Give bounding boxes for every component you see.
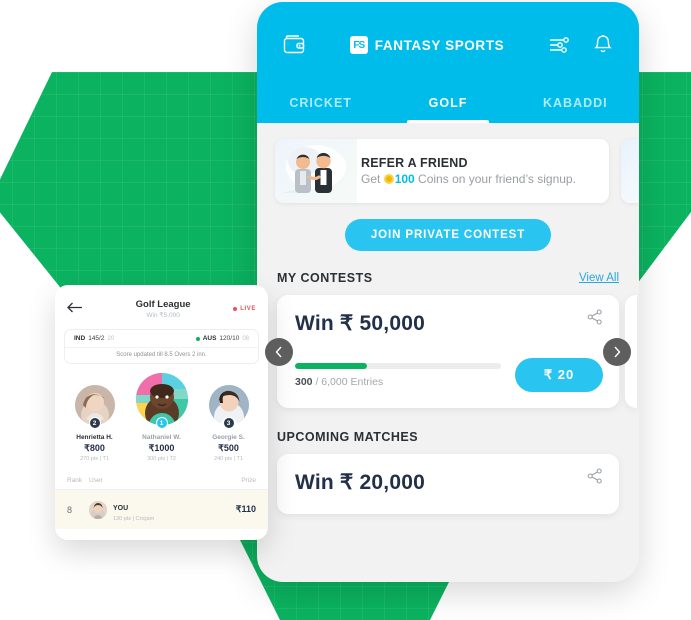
banner-title: REFER A FRIEND bbox=[361, 156, 468, 170]
chevron-right-icon bbox=[614, 346, 621, 357]
live-dot-icon bbox=[233, 307, 238, 311]
page-root: FS FANTASY SPORTS CRICKET GOLF KABADDI R… bbox=[0, 0, 691, 620]
player-name: Henrietta H. bbox=[76, 434, 113, 441]
top-players-podium: 2 Henrietta H. ₹800 270 pts | T1 1 Natha… bbox=[55, 364, 268, 462]
entry-fee-button[interactable]: ₹ 20 bbox=[515, 358, 603, 392]
score-panel: IND 145/2 20 AUS 120/10 08 Score updated… bbox=[64, 329, 259, 364]
column-rank: Rank bbox=[67, 477, 83, 484]
player-name: Georgie S. bbox=[212, 434, 245, 441]
podium-player-2[interactable]: 2 Henrietta H. ₹800 270 pts | T1 bbox=[67, 385, 123, 462]
row-prize: ₹110 bbox=[235, 504, 256, 514]
away-team-overs: 08 bbox=[242, 335, 249, 342]
view-all-link[interactable]: View All bbox=[579, 272, 619, 284]
join-private-contest-button[interactable]: JOIN PRIVATE CONTEST bbox=[344, 219, 552, 251]
rank-badge: 2 bbox=[88, 417, 101, 429]
entries-progress-fill bbox=[295, 362, 368, 369]
table-row[interactable]: 8 YOU 130 pts | Cricjam ₹110 bbox=[55, 490, 268, 529]
banner-coin-count: 100 bbox=[394, 172, 415, 186]
chevron-left-icon bbox=[275, 346, 282, 357]
upcoming-match-card[interactable]: Win ₹ 20,000 bbox=[277, 454, 619, 514]
brand-mark: FS bbox=[349, 36, 368, 54]
player-name: Nathaniel W. bbox=[142, 434, 181, 441]
bell-icon[interactable] bbox=[593, 34, 613, 56]
tab-golf[interactable]: GOLF bbox=[384, 88, 511, 123]
rank-badge: 3 bbox=[222, 417, 235, 429]
column-user: User bbox=[89, 477, 103, 484]
coin-icon bbox=[383, 174, 394, 184]
banner-sub-suffix: Coins on your friend’s signup. bbox=[414, 172, 576, 186]
share-icon[interactable] bbox=[587, 468, 603, 489]
score-update-note: Score updated till 8.5 Overs 2 inn. bbox=[65, 347, 258, 363]
home-team-score: 145/2 bbox=[88, 335, 105, 342]
app-screen: REFER A FRIEND Get 100 Coins on your fri… bbox=[257, 123, 639, 514]
live-card-title: Golf League bbox=[135, 299, 191, 310]
back-arrow-icon[interactable] bbox=[67, 300, 93, 318]
upcoming-matches-title: UPCOMING MATCHES bbox=[277, 430, 419, 444]
avatar bbox=[89, 500, 107, 519]
tab-kabaddi[interactable]: KABADDI bbox=[512, 88, 639, 123]
decorative-hexagon-left bbox=[0, 72, 258, 312]
row-user-meta: 130 pts | Cricjam bbox=[113, 516, 155, 522]
refer-a-friend-banner[interactable]: REFER A FRIEND Get 100 Coins on your fri… bbox=[275, 139, 609, 203]
brand-name: FANTASY SPORTS bbox=[374, 37, 505, 53]
player-meta: 240 pts | T1 bbox=[214, 456, 243, 462]
entries-total: / 6,000 Entries bbox=[312, 375, 384, 388]
app-logo: FS FANTASY SPORTS bbox=[349, 36, 505, 54]
away-team-score: 120/10 bbox=[219, 335, 240, 342]
row-rank: 8 bbox=[67, 504, 73, 515]
wallet-icon[interactable] bbox=[283, 35, 305, 55]
team-score-away: AUS 120/10 08 bbox=[195, 335, 249, 342]
podium-player-1[interactable]: 1 Nathaniel W. ₹1000 300 pts | T2 bbox=[134, 373, 190, 462]
player-meta: 300 pts | T2 bbox=[147, 456, 176, 462]
team-score-home: IND 145/2 20 bbox=[74, 335, 114, 342]
my-contests-title: MY CONTESTS bbox=[277, 271, 373, 285]
contest-card[interactable]: Win ₹ 50,000 300 / 6,000 Entries ₹ 20 bbox=[277, 295, 619, 408]
banner-illustration bbox=[275, 139, 357, 203]
tab-cricket[interactable]: CRICKET bbox=[257, 88, 384, 123]
row-user-name: YOU bbox=[113, 505, 129, 512]
live-status-badge: LIVE bbox=[233, 306, 256, 312]
banner-sub-prefix: Get bbox=[361, 172, 384, 186]
batting-indicator-icon bbox=[195, 336, 200, 341]
banner-subtitle: Get 100 Coins on your friend’s signup. bbox=[361, 172, 576, 186]
player-amount: ₹800 bbox=[84, 443, 105, 453]
sliders-icon[interactable] bbox=[549, 36, 571, 54]
carousel-next-button[interactable] bbox=[603, 337, 631, 366]
home-team-name: IND bbox=[74, 335, 86, 342]
entries-filled: 300 bbox=[295, 375, 313, 388]
live-contest-card: Golf League Win ₹5,000 LIVE IND 145/2 20… bbox=[55, 285, 268, 540]
upcoming-matches-header: UPCOMING MATCHES bbox=[257, 408, 639, 454]
leaderboard-header: Rank User Prize bbox=[55, 469, 268, 490]
podium-player-3[interactable]: 3 Georgie S. ₹500 240 pts | T1 bbox=[201, 385, 257, 462]
app-header: FS FANTASY SPORTS CRICKET GOLF KABADDI bbox=[257, 2, 639, 123]
column-prize: Prize bbox=[241, 477, 256, 484]
phone-mockup: FS FANTASY SPORTS CRICKET GOLF KABADDI R… bbox=[257, 2, 639, 582]
contest-prize-amount: Win ₹ 50,000 bbox=[295, 312, 425, 335]
promo-carousel: REFER A FRIEND Get 100 Coins on your fri… bbox=[257, 123, 639, 203]
my-contests-carousel: Win ₹ 50,000 300 / 6,000 Entries ₹ 20 bbox=[257, 295, 639, 408]
cta-container: JOIN PRIVATE CONTEST bbox=[257, 203, 639, 265]
live-label: LIVE bbox=[240, 306, 256, 312]
sport-tabs: CRICKET GOLF KABADDI bbox=[257, 88, 639, 123]
live-card-subtitle: Win ₹5,000 bbox=[146, 312, 180, 319]
my-contests-header: MY CONTESTS View All bbox=[257, 265, 639, 295]
upcoming-matches-list: Win ₹ 20,000 bbox=[257, 454, 639, 514]
live-card-header: Golf League Win ₹5,000 LIVE bbox=[55, 285, 268, 325]
peek-illustration bbox=[621, 139, 639, 203]
player-amount: ₹500 bbox=[218, 443, 239, 453]
share-icon[interactable] bbox=[587, 309, 603, 330]
upcoming-prize-amount: Win ₹ 20,000 bbox=[295, 471, 425, 494]
player-amount: ₹1000 bbox=[148, 443, 175, 453]
player-meta: 270 pts | T1 bbox=[80, 456, 109, 462]
entries-count: 300 / 6,000 Entries bbox=[295, 376, 501, 388]
away-team-name: AUS bbox=[202, 335, 217, 342]
rank-badge: 1 bbox=[155, 417, 168, 429]
carousel-prev-button[interactable] bbox=[265, 337, 293, 366]
entries-progress-bar bbox=[295, 362, 501, 369]
home-team-overs: 20 bbox=[107, 335, 115, 342]
promo-banner-next-peek[interactable] bbox=[621, 139, 639, 203]
